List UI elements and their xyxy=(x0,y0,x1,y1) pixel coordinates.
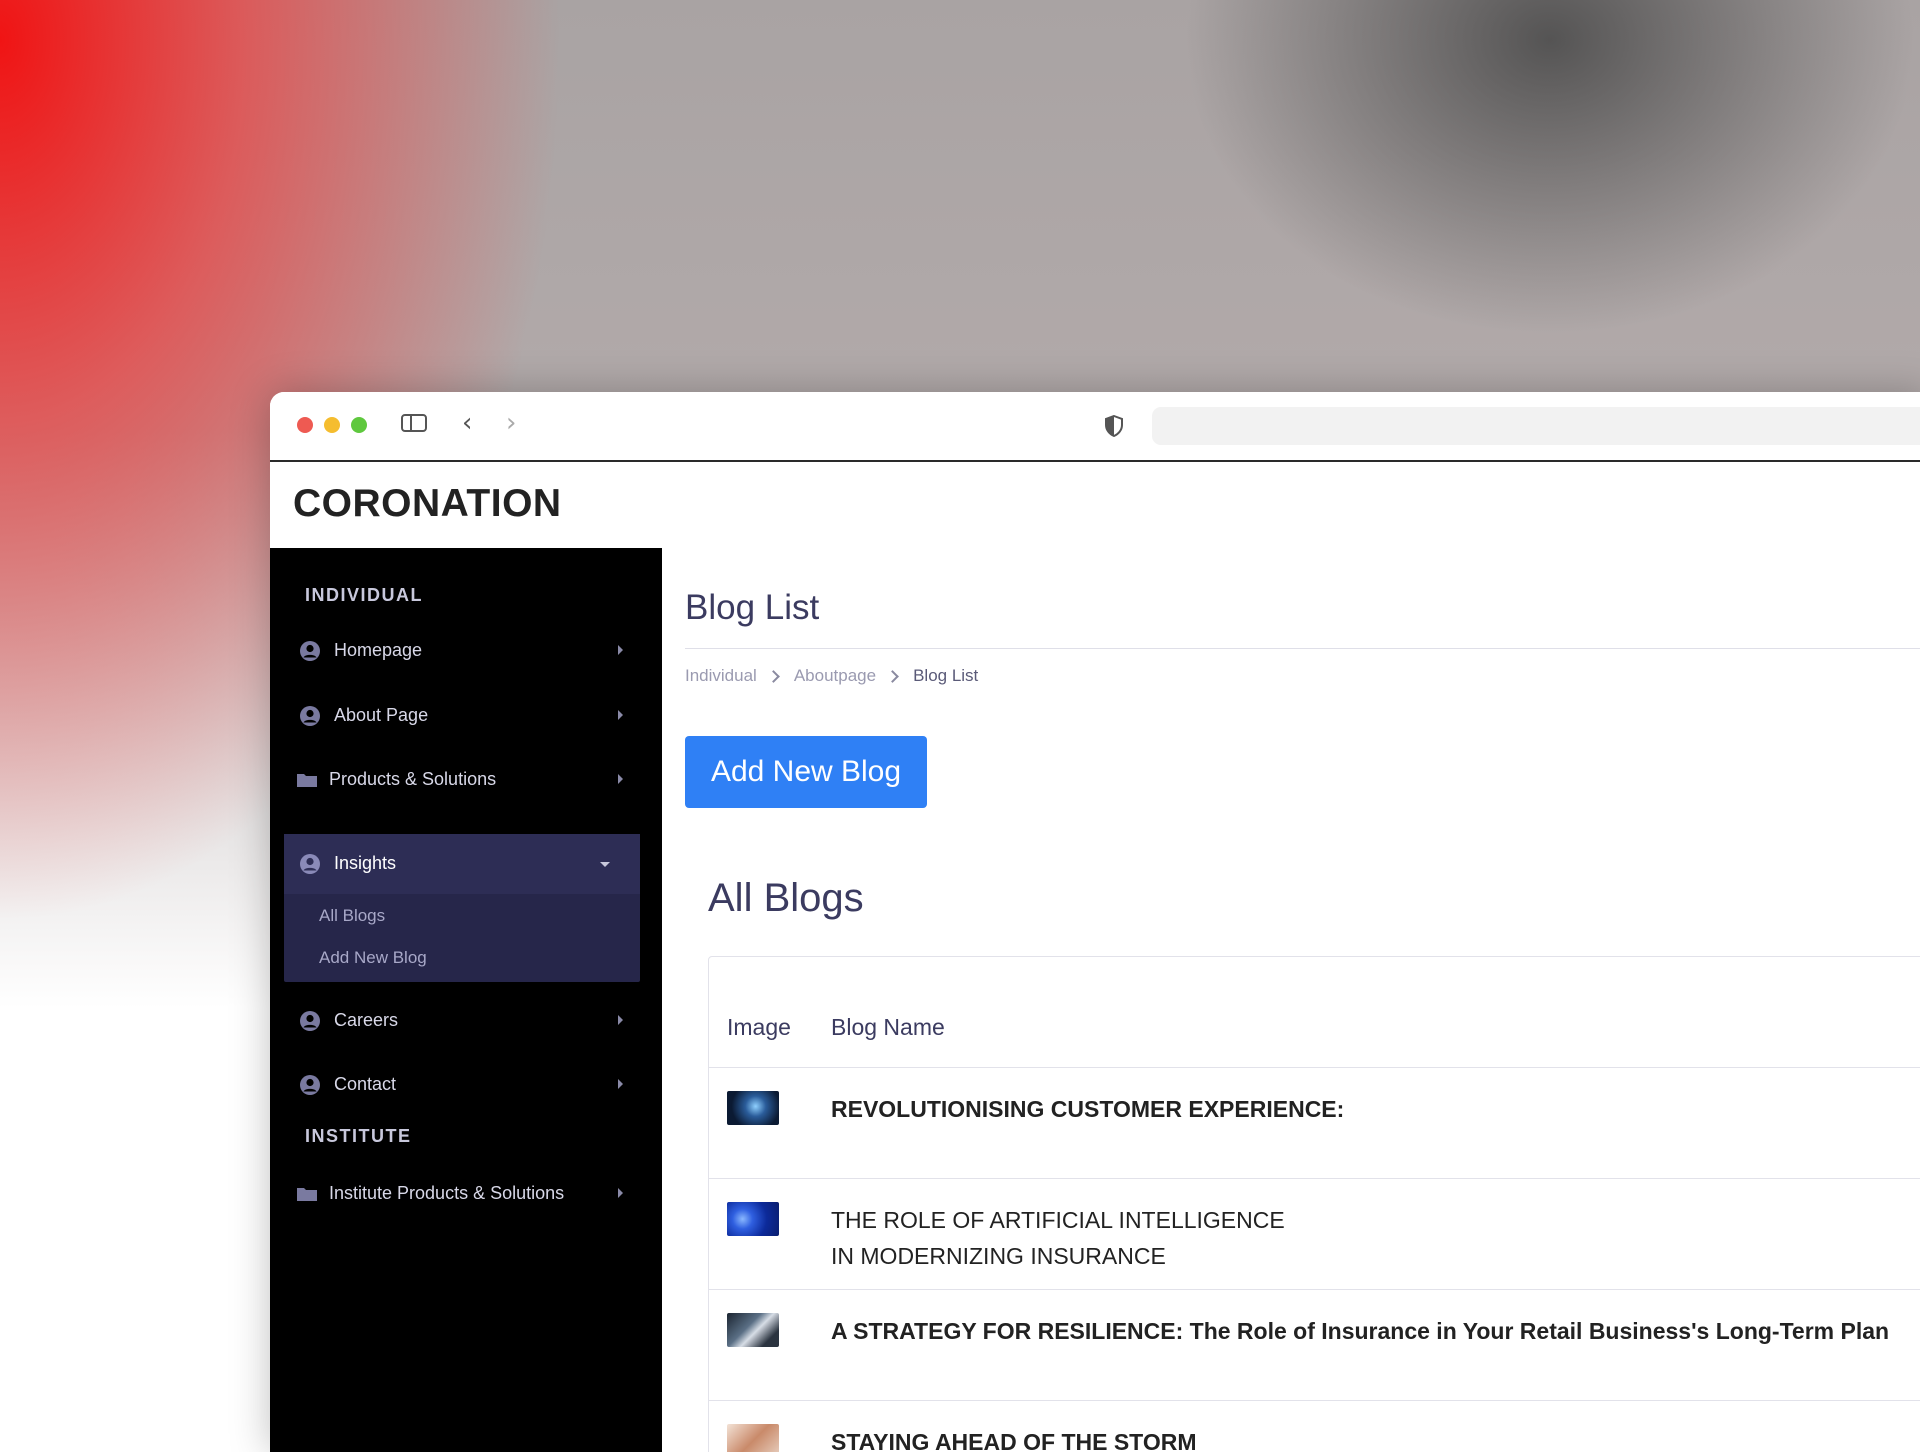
sidebar-item-insights[interactable]: Insights xyxy=(284,834,640,894)
address-bar[interactable] xyxy=(1152,407,1920,445)
sidebar-section-institute: INSTITUTE xyxy=(305,1126,412,1146)
sidebar-toggle-icon[interactable] xyxy=(401,414,427,432)
sidebar-item-label: About Page xyxy=(334,705,429,725)
sidebar-section-individual: INDIVIDUAL xyxy=(305,585,423,605)
maximize-window-button[interactable] xyxy=(351,417,367,433)
minimize-window-button[interactable] xyxy=(324,417,340,433)
browser-window: ‹ › CORONATION INDIVIDUAL Homepage About… xyxy=(270,392,1920,1452)
divider xyxy=(685,648,1920,649)
blogs-table: Image Blog Name REVOLUTIONISING CUSTOMER… xyxy=(708,956,1920,1452)
close-window-button[interactable] xyxy=(297,417,313,433)
chevron-right-icon xyxy=(766,669,780,683)
user-circle-icon xyxy=(300,1075,320,1095)
breadcrumb-item-current: Blog List xyxy=(913,666,979,685)
user-circle-icon xyxy=(300,854,320,874)
sidebar-item-label: Contact xyxy=(334,1074,397,1094)
chevron-right-icon[interactable]: › xyxy=(506,408,516,438)
folder-icon xyxy=(297,1188,317,1201)
blog-thumbnail xyxy=(727,1313,779,1347)
user-circle-icon xyxy=(300,641,320,661)
section-heading: All Blogs xyxy=(708,876,864,920)
blog-thumbnail xyxy=(727,1202,779,1236)
chevron-right-icon xyxy=(618,774,623,784)
blog-thumbnail xyxy=(727,1424,779,1452)
sidebar-subitem-add-new-blog[interactable]: Add New Blog xyxy=(319,948,427,968)
chevron-right-icon xyxy=(618,1188,623,1198)
sidebar-item-label: Insights xyxy=(334,853,397,873)
column-header-blog-name: Blog Name xyxy=(831,1014,945,1040)
blog-name: REVOLUTIONISING CUSTOMER EXPERIENCE: xyxy=(831,1096,1345,1122)
sidebar-item-label: Homepage xyxy=(334,640,423,660)
sidebar-item-about-page[interactable]: About Page xyxy=(284,686,640,746)
add-new-blog-button[interactable]: Add New Blog xyxy=(685,736,927,808)
sidebar-group-insights: Insights All Blogs Add New Blog xyxy=(284,834,640,982)
table-row[interactable]: A STRATEGY FOR RESILIENCE: The Role of I… xyxy=(709,1290,1920,1401)
table-row[interactable]: STAYING AHEAD OF THE STORM xyxy=(709,1401,1920,1452)
chevron-right-icon xyxy=(886,669,899,683)
sidebar-item-homepage[interactable]: Homepage xyxy=(284,621,640,681)
app-header: CORONATION xyxy=(270,462,1920,549)
browser-toolbar: ‹ › xyxy=(270,392,1920,462)
blog-name: A STRATEGY FOR RESILIENCE: The Role of I… xyxy=(831,1318,1890,1344)
breadcrumb: Individual Aboutpage Blog List xyxy=(685,666,978,686)
blog-name: STAYING AHEAD OF THE STORM xyxy=(831,1429,1197,1452)
sidebar-item-institute-products-solutions[interactable]: Institute Products & Solutions xyxy=(284,1164,640,1224)
breadcrumb-item-aboutpage[interactable]: Aboutpage xyxy=(794,666,876,686)
chevron-right-icon xyxy=(618,1015,623,1025)
logo[interactable]: CORONATION xyxy=(293,482,562,526)
blog-thumbnail xyxy=(727,1091,779,1125)
column-header-image: Image xyxy=(727,1014,791,1040)
user-circle-icon xyxy=(300,1011,320,1031)
sidebar-item-label: Careers xyxy=(334,1010,399,1030)
chevron-right-icon xyxy=(618,1079,623,1089)
chevron-right-icon xyxy=(618,710,623,720)
page-title: Blog List xyxy=(685,588,820,627)
table-row[interactable]: REVOLUTIONISING CUSTOMER EXPERIENCE: xyxy=(709,1068,1920,1179)
sidebar-item-label: Products & Solutions xyxy=(329,769,497,789)
sidebar-item-careers[interactable]: Careers xyxy=(284,991,640,1051)
sidebar-item-label: Institute Products & Solutions xyxy=(329,1183,565,1203)
chevron-left-icon[interactable]: ‹ xyxy=(462,408,472,438)
sidebar-item-contact[interactable]: Contact xyxy=(284,1055,640,1115)
table-row[interactable]: THE ROLE OF ARTIFICIAL INTELLIGENCE IN M… xyxy=(709,1179,1920,1290)
breadcrumb-item-individual[interactable]: Individual xyxy=(685,666,757,686)
sidebar-subitem-all-blogs[interactable]: All Blogs xyxy=(319,906,385,926)
chevron-right-icon xyxy=(618,645,623,655)
sidebar: INDIVIDUAL Homepage About Page Products … xyxy=(270,548,662,1452)
sidebar-item-products-solutions[interactable]: Products & Solutions xyxy=(284,750,640,810)
chevron-down-icon xyxy=(600,862,610,867)
folder-icon xyxy=(297,774,317,787)
shield-icon[interactable] xyxy=(1104,415,1124,437)
user-circle-icon xyxy=(300,706,320,726)
main-content: Blog List Individual Aboutpage Blog List… xyxy=(662,548,1920,1452)
blog-name: THE ROLE OF ARTIFICIAL INTELLIGENCE IN M… xyxy=(831,1207,1285,1269)
